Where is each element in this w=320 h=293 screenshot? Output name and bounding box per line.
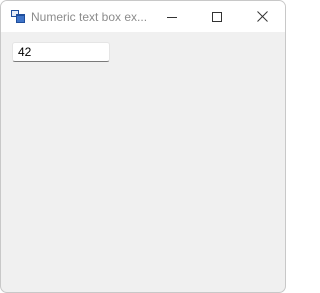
minimize-button[interactable]: [149, 1, 195, 32]
maximize-button[interactable]: [194, 1, 240, 32]
close-icon: [256, 11, 268, 22]
window-title: Numeric text box ex...: [31, 10, 148, 24]
numeric-text-box[interactable]: [12, 42, 110, 62]
title-bar[interactable]: Numeric text box ex...: [1, 1, 285, 32]
app-icon: [11, 10, 25, 23]
app-window: Numeric text box ex...: [0, 0, 286, 293]
minimize-icon: [167, 16, 177, 18]
close-button[interactable]: [239, 1, 285, 32]
maximize-icon: [212, 11, 222, 22]
